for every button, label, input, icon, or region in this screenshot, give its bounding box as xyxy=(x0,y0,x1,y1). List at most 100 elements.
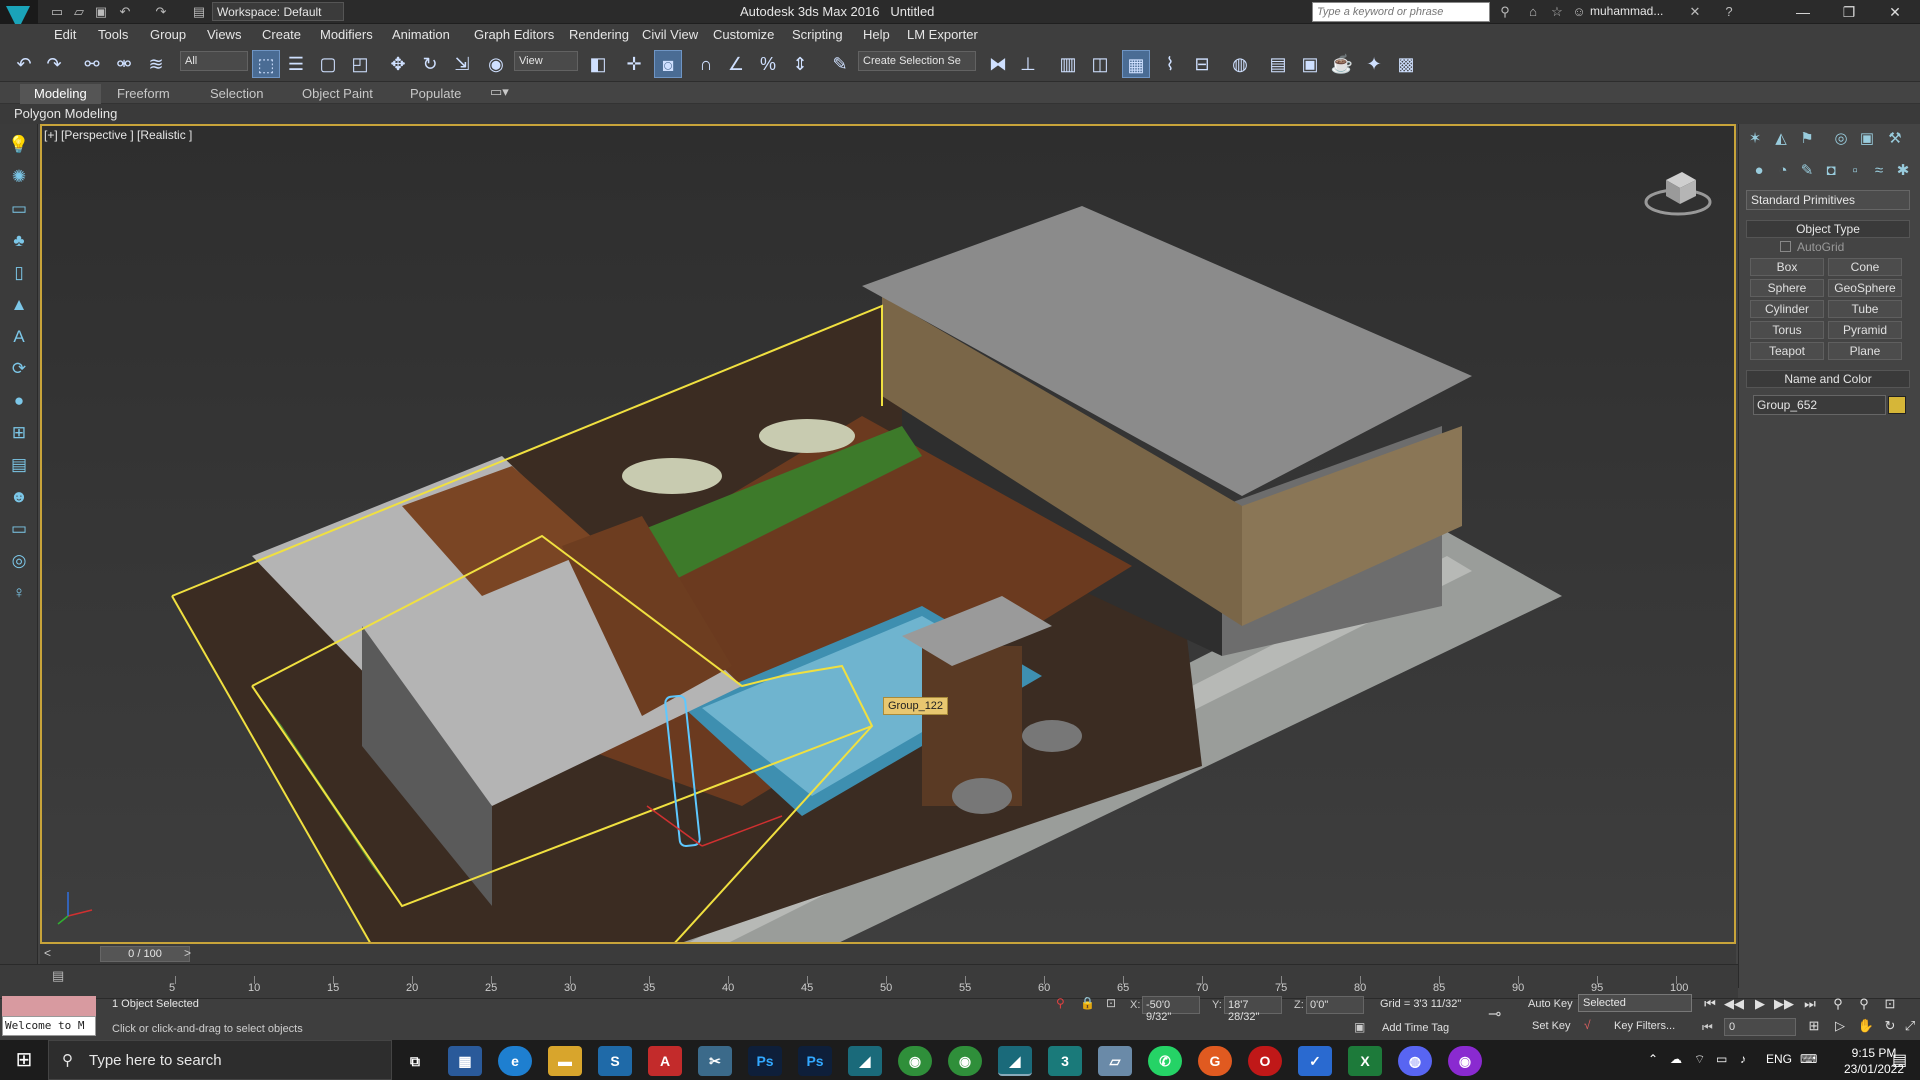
communication-center-icon[interactable]: ⌂ xyxy=(1524,3,1542,21)
panel-icon[interactable]: ▤ xyxy=(6,452,32,478)
edit-named-selection-icon[interactable]: ✎ xyxy=(826,50,854,78)
helpers-icon[interactable]: ▫ xyxy=(1844,160,1866,182)
manipulate-icon[interactable]: ✛ xyxy=(620,50,648,78)
auto-key-button[interactable]: Auto Key xyxy=(1528,998,1573,1010)
reference-coord-dropdown[interactable]: View xyxy=(514,51,578,71)
current-frame-field[interactable]: 0 xyxy=(1724,1018,1796,1036)
render-iterative-icon[interactable]: ✦ xyxy=(1360,50,1388,78)
excel-icon[interactable]: X xyxy=(1348,1046,1382,1076)
menu-scripting[interactable]: Scripting xyxy=(792,27,843,42)
menu-views[interactable]: Views xyxy=(207,27,241,42)
time-config-icon[interactable]: ⊞ xyxy=(1804,1018,1824,1036)
zoom-extents-icon[interactable]: ⊡ xyxy=(1880,996,1900,1014)
next-key-icon[interactable]: ▶▶ xyxy=(1774,996,1794,1014)
grammarly-icon[interactable]: G xyxy=(1198,1046,1232,1076)
project-folder-icon[interactable]: ▤ xyxy=(190,3,208,21)
unlink-icon[interactable]: ⚮ xyxy=(110,50,138,78)
geosphere-button[interactable]: GeoSphere xyxy=(1828,279,1902,297)
favorites-icon[interactable]: ☆ xyxy=(1548,3,1566,21)
prev-key-icon[interactable]: ◀◀ xyxy=(1724,996,1744,1014)
named-selection-sets-dropdown[interactable]: Create Selection Se xyxy=(858,51,976,71)
task-view-icon[interactable]: ⧉ xyxy=(398,1046,432,1076)
notifications-icon[interactable]: ▤ xyxy=(1892,1050,1907,1070)
scene-explorer-icon[interactable]: ◫ xyxy=(1086,50,1114,78)
opera-icon[interactable]: O xyxy=(1248,1046,1282,1076)
3dsmax-active-icon[interactable]: ◢ xyxy=(998,1046,1032,1076)
whatsapp-icon[interactable]: ✆ xyxy=(1148,1046,1182,1076)
menu-animation[interactable]: Animation xyxy=(392,27,450,42)
tab-object-paint[interactable]: Object Paint xyxy=(302,86,373,101)
tube-button[interactable]: Tube xyxy=(1828,300,1902,318)
save-icon[interactable]: ▣ xyxy=(92,3,110,21)
tab-populate[interactable]: Populate xyxy=(410,86,461,101)
display-panel-icon[interactable]: ▣ xyxy=(1856,128,1878,150)
menu-create[interactable]: Create xyxy=(262,27,301,42)
menu-edit[interactable]: Edit xyxy=(54,27,76,42)
light-icon[interactable]: 💡 xyxy=(6,132,32,158)
windows-start-icon[interactable]: ⊞ xyxy=(0,1040,48,1080)
maxscript-listener[interactable]: Welcome to M xyxy=(2,1016,96,1036)
render-setup-icon[interactable]: ▤ xyxy=(1264,50,1292,78)
add-time-tag[interactable]: Add Time Tag xyxy=(1382,1022,1449,1034)
rendered-frame-window-icon[interactable]: ▣ xyxy=(1296,50,1324,78)
curve-editor-mini-icon[interactable]: ▤ xyxy=(52,968,64,984)
photoshop-2-icon[interactable]: Ps xyxy=(798,1046,832,1076)
maximize-viewport-icon[interactable]: ⤢ xyxy=(1900,1018,1920,1036)
menu-customize[interactable]: Customize xyxy=(713,27,774,42)
prev-frame-icon[interactable]: < xyxy=(44,946,51,960)
snaps-toggle-icon[interactable]: ∩ xyxy=(692,50,720,78)
key-mode-icon[interactable]: ⏮ xyxy=(1702,1020,1713,1035)
menu-graph-editors[interactable]: Graph Editors xyxy=(474,27,554,42)
geometry-icon[interactable]: ● xyxy=(1748,160,1770,182)
utilities-panel-icon[interactable]: ⚒ xyxy=(1884,128,1906,150)
layer-manager-icon[interactable]: ▥ xyxy=(1054,50,1082,78)
hierarchy-panel-icon[interactable]: ⚑ xyxy=(1796,128,1818,150)
key-filters-button[interactable]: Key Filters... xyxy=(1614,1020,1675,1032)
orbit-icon[interactable]: ↻ xyxy=(1880,1018,1900,1036)
redo-icon[interactable]: ↷ xyxy=(40,50,68,78)
move-icon[interactable]: ✥ xyxy=(384,50,412,78)
menu-lm-exporter[interactable]: LM Exporter xyxy=(907,27,978,42)
object-type-rollout[interactable]: Object Type xyxy=(1746,220,1910,238)
volume-icon[interactable]: ♪ xyxy=(1740,1052,1746,1066)
y-coordinate[interactable]: 18'7 28/32" xyxy=(1224,996,1282,1023)
plane-button[interactable]: Plane xyxy=(1828,342,1902,360)
set-key-button[interactable]: Set Key xyxy=(1532,1020,1571,1032)
cloud-icon[interactable]: ☁ xyxy=(1670,1052,1682,1066)
object-category-dropdown[interactable]: Standard Primitives xyxy=(1746,190,1910,210)
tab-modeling[interactable]: Modeling xyxy=(20,84,101,104)
scale-icon[interactable]: ⇲ xyxy=(448,50,476,78)
bulb-icon[interactable]: ♀ xyxy=(6,580,32,606)
language-indicator[interactable]: ENG xyxy=(1766,1052,1792,1066)
calculator-icon[interactable]: ▦ xyxy=(448,1046,482,1076)
menu-civil-view[interactable]: Civil View xyxy=(642,27,698,42)
goto-end-icon[interactable]: ⏭ xyxy=(1800,996,1820,1014)
close-button[interactable]: ✕ xyxy=(1872,0,1918,24)
track-bar[interactable] xyxy=(0,964,1738,998)
time-tag-icon[interactable]: ▣ xyxy=(1354,1020,1365,1034)
file-explorer-icon[interactable]: ▬ xyxy=(548,1046,582,1076)
maximize-button[interactable]: ❐ xyxy=(1826,0,1872,24)
viewport-label[interactable]: [+] [Perspective ] [Realistic ] xyxy=(44,128,192,142)
curve-editor-icon[interactable]: ⌇ xyxy=(1156,50,1184,78)
teapot-button[interactable]: Teapot xyxy=(1750,342,1824,360)
key-icon[interactable]: ⊸ xyxy=(1488,1004,1501,1024)
motion-panel-icon[interactable]: ◎ xyxy=(1830,128,1852,150)
box-button[interactable]: Box xyxy=(1750,258,1824,276)
ribbon-options-icon[interactable]: ▭▾ xyxy=(490,84,509,100)
viewport-perspective[interactable] xyxy=(40,124,1736,944)
next-frame-icon[interactable]: > xyxy=(184,946,191,960)
select-by-name-icon[interactable]: ☰ xyxy=(282,50,310,78)
isolate-icon[interactable]: ⚲ xyxy=(1056,996,1065,1010)
select-object-icon[interactable]: ⬚ xyxy=(252,50,280,78)
undo-icon[interactable]: ↶ xyxy=(10,50,38,78)
zoom-all-icon[interactable]: ⚲ xyxy=(1854,996,1874,1014)
rect-selection-icon[interactable]: ▢ xyxy=(314,50,342,78)
cameras-icon[interactable]: ◘ xyxy=(1820,160,1842,182)
wifi-icon[interactable]: ⌔ xyxy=(1694,1052,1705,1067)
keyword-search-input[interactable]: Type a keyword or phrase xyxy=(1312,2,1490,22)
schematic-view-icon[interactable]: ⊟ xyxy=(1188,50,1216,78)
menu-help[interactable]: Help xyxy=(863,27,890,42)
spacewarps-icon[interactable]: ≈ xyxy=(1868,160,1890,182)
book-icon[interactable]: ▯ xyxy=(6,260,32,286)
